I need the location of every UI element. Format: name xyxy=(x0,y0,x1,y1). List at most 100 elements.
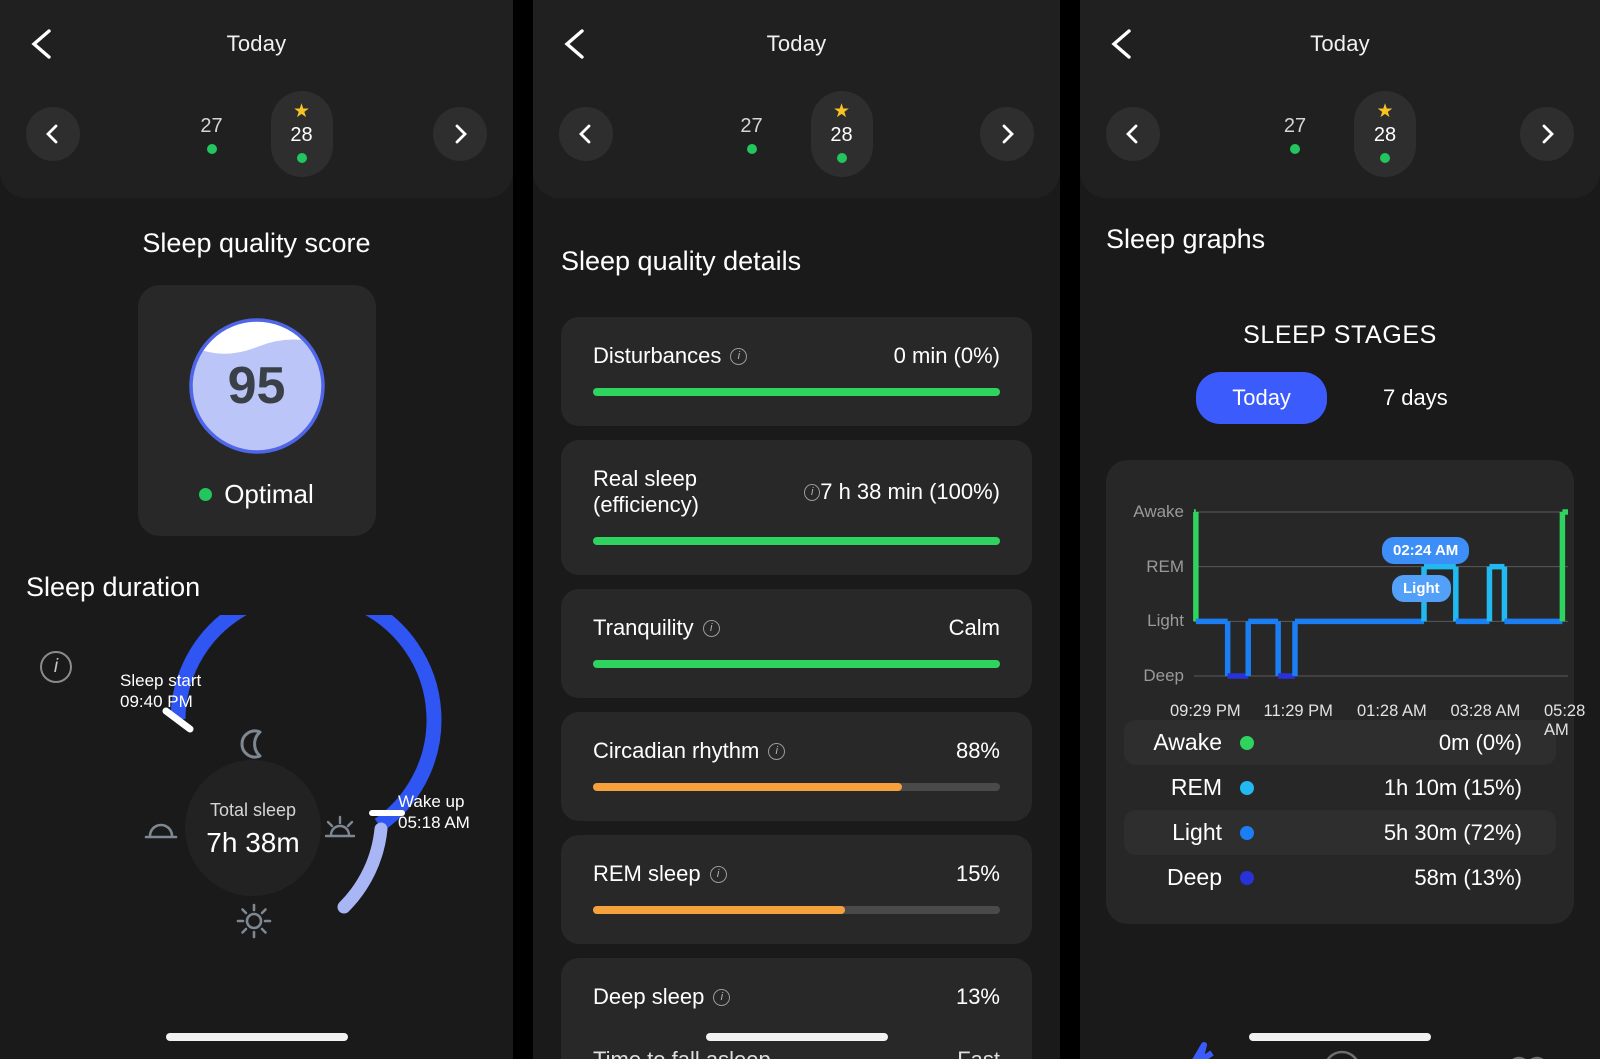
date-strip-1: 27 ★ 28 xyxy=(0,88,513,180)
metric-card[interactable]: Real sleep (efficiency) i 7 h 38 min (100%… xyxy=(561,440,1032,575)
legend-stage-name: Light xyxy=(1172,819,1222,845)
status-badge: Optimal xyxy=(224,479,314,509)
day-number: 28 xyxy=(290,124,313,146)
metric-label: Real sleep (efficiency) xyxy=(593,466,699,517)
metric-label: REM sleep xyxy=(593,861,701,886)
app-header-2: Today 27 ★ 28 xyxy=(533,0,1060,198)
day-status-dot xyxy=(1290,143,1300,154)
wake-up-annotation: Wake up 05:18 AM xyxy=(398,791,470,833)
legend-stage-name: Awake xyxy=(1153,729,1222,755)
activity-icon[interactable] xyxy=(1190,1042,1214,1059)
three-phone-screenshots: Today 27 ★ 28 Sleep quality score 95 Opt… xyxy=(0,0,1600,1059)
prev-day-button[interactable] xyxy=(1106,107,1160,161)
legend-row: Light 5h 30m (72%) xyxy=(1124,810,1556,855)
next-day-button[interactable] xyxy=(433,107,487,161)
chevron-left-icon xyxy=(1126,124,1138,144)
legend-stage-value: 0m (0%) xyxy=(1438,729,1522,755)
chevron-left-icon xyxy=(579,124,591,144)
day-status-dot xyxy=(746,143,757,154)
hypnogram-chart[interactable]: Awake REM Light Deep 02:24 AM Light 09:29 P… xyxy=(1106,478,1585,739)
legend-row: Awake 0m (0%) xyxy=(1124,720,1556,765)
star-icon: ★ xyxy=(832,101,851,122)
total-sleep-value: 7h 38m xyxy=(206,827,300,858)
metric-bar-fill xyxy=(593,660,1000,668)
star-icon: ★ xyxy=(1376,101,1394,122)
range-tabs: Today 7 days xyxy=(1080,372,1600,424)
wake-up-time: 05:18 AM xyxy=(398,813,470,832)
legend-row: Deep 58m (13%) xyxy=(1124,855,1556,900)
day-pill-27[interactable]: 27 xyxy=(721,102,783,166)
day-pill-28-selected[interactable]: ★ 28 xyxy=(270,91,333,177)
info-icon[interactable]: i xyxy=(713,988,731,1006)
back-button[interactable] xyxy=(559,27,593,61)
legend-stage-name: Deep xyxy=(1167,864,1222,890)
tab-7-days[interactable]: 7 days xyxy=(1347,372,1484,424)
duration-arc-graphic xyxy=(144,615,442,939)
sleep-quality-score-card[interactable]: 95 Optimal xyxy=(137,285,376,536)
day-pill-28-selected[interactable]: ★ 28 xyxy=(1354,91,1416,177)
sleep-quality-score-title: Sleep quality score xyxy=(142,228,371,258)
sleep-stages-chart-card: Awake REM Light Deep 02:24 AM Light 09:29 P… xyxy=(1106,460,1585,924)
tab-today[interactable]: Today xyxy=(1196,372,1327,424)
star-icon: ★ xyxy=(292,101,311,122)
info-icon[interactable]: i xyxy=(702,619,720,637)
day-number: 27 xyxy=(200,114,223,137)
score-value: 95 xyxy=(227,357,286,415)
prev-day-button[interactable] xyxy=(559,107,613,161)
day-number: 28 xyxy=(830,124,853,146)
back-button[interactable] xyxy=(1106,27,1140,61)
hypnogram-plot xyxy=(1193,509,1568,679)
metric-bar-fill xyxy=(593,906,846,914)
phone-screen-sleep-graphs: Today 27 ★ 28 Sleep graphs SLEEP STAGES … xyxy=(1080,0,1600,1059)
metric-name: Time to fall asleep xyxy=(593,1047,771,1059)
metric-bar-fill xyxy=(593,783,903,791)
phone-screen-sleep-quality-details: Today 27 ★ 28 Sleep quality details Dist… xyxy=(533,0,1060,1059)
sleep-duration-gauge: i Sleep start 09:40 PM Wake up 05:18 AM … xyxy=(0,615,513,945)
x-axis-label: 01:28 AM xyxy=(1357,702,1427,720)
day-pill-27[interactable]: 27 xyxy=(181,102,243,166)
score-gauge: 95 xyxy=(188,317,326,455)
legend-color-dot xyxy=(1240,780,1254,795)
chevron-right-icon xyxy=(1002,124,1014,144)
metric-list: Disturbances i 0 min (0%) Real sleep (effic… xyxy=(533,317,1060,1059)
metric-row: Real sleep (efficiency) i 7 h 38 min (100%… xyxy=(593,466,1000,518)
info-icon[interactable]: i xyxy=(804,483,821,501)
day-pill-27[interactable]: 27 xyxy=(1264,102,1326,166)
topbar-2: Today xyxy=(533,0,1060,88)
metric-bar-track xyxy=(593,783,1000,791)
legend-stage-value: 5h 30m (72%) xyxy=(1383,819,1522,845)
day-status-dot xyxy=(206,143,217,154)
metric-card[interactable]: Tranquility i Calm xyxy=(561,589,1032,698)
info-icon[interactable]: i xyxy=(768,742,786,760)
next-day-button[interactable] xyxy=(1520,107,1574,161)
metric-card[interactable]: REM sleep i 15% xyxy=(561,835,1032,944)
metric-value: Calm xyxy=(948,615,1000,640)
chevron-left-icon xyxy=(1111,29,1131,59)
prev-day-button[interactable] xyxy=(26,107,80,161)
next-day-button[interactable] xyxy=(980,107,1034,161)
metric-value: Fast xyxy=(957,1047,1000,1059)
metric-bar-track xyxy=(593,537,1000,545)
day-pill-28-selected[interactable]: ★ 28 xyxy=(810,91,873,177)
x-axis-label: 11:29 PM xyxy=(1263,702,1333,720)
metric-name: REM sleep i xyxy=(593,861,727,887)
metric-card[interactable]: Disturbances i 0 min (0%) xyxy=(561,317,1032,426)
day-status-dot xyxy=(1380,153,1390,163)
info-icon[interactable]: i xyxy=(709,865,727,883)
circle-icon[interactable] xyxy=(1325,1050,1359,1059)
total-sleep-readout: Total sleep 7h 38m xyxy=(170,800,336,859)
sleep-graphs-title: Sleep graphs xyxy=(1106,224,1266,254)
metric-card[interactable]: Circadian rhythm i 88% xyxy=(561,712,1032,821)
day-list-1: 27 ★ 28 xyxy=(80,91,433,177)
day-status-dot xyxy=(836,153,847,163)
chart-tooltip-stage: Light xyxy=(1392,574,1451,602)
sun-icon xyxy=(236,903,272,939)
legend-stage-name: REM xyxy=(1170,774,1222,800)
info-icon[interactable]: i xyxy=(730,347,748,365)
chevron-left-icon xyxy=(31,29,51,59)
app-header-1: Today 27 ★ 28 xyxy=(0,0,513,198)
back-button[interactable] xyxy=(26,27,60,61)
day-number: 27 xyxy=(1283,114,1307,137)
metric-row: Tranquility i Calm xyxy=(593,615,1000,641)
metric-row: Circadian rhythm i 88% xyxy=(593,738,1000,764)
